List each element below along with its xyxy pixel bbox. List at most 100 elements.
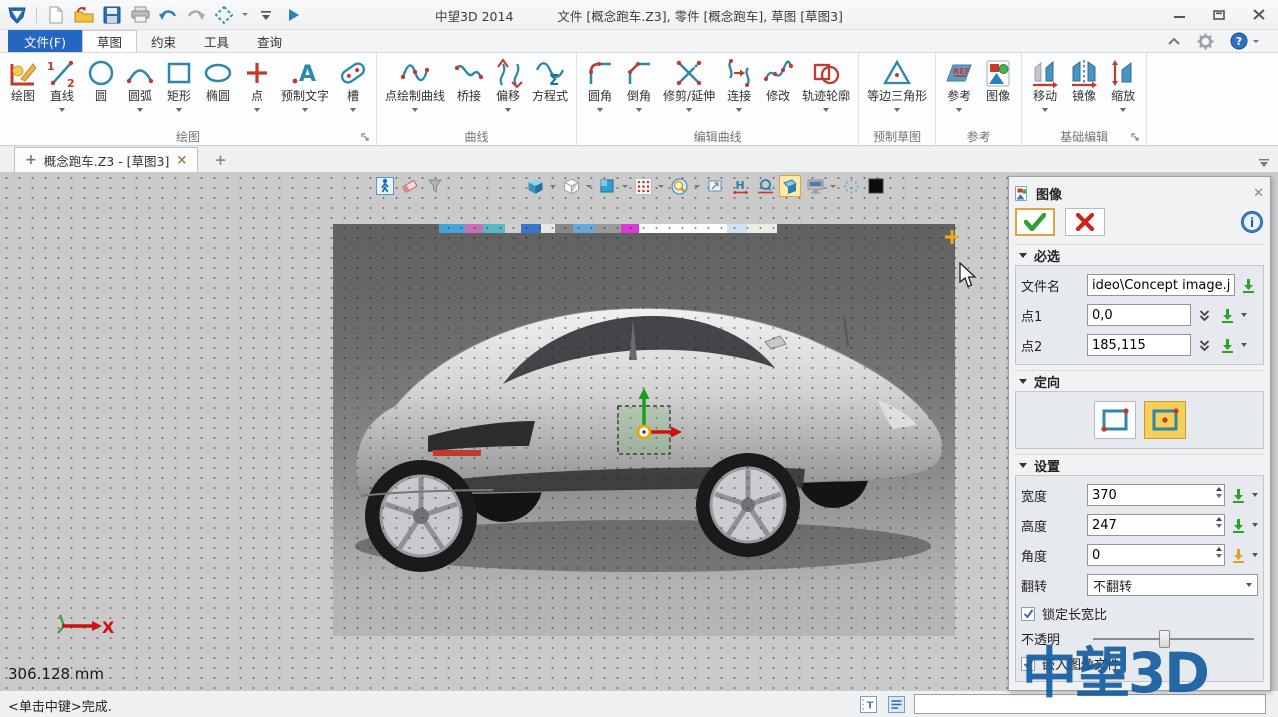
orient-corner-button[interactable] (1094, 401, 1136, 439)
background-color-icon[interactable] (865, 175, 887, 197)
point-grid-caret[interactable] (658, 185, 664, 188)
dropdown-caret-icon[interactable] (894, 108, 900, 112)
pick-point-icon[interactable] (1218, 306, 1237, 325)
new-tab-button[interactable]: + (214, 151, 227, 172)
open-file-icon[interactable] (73, 4, 95, 26)
undo-icon[interactable] (157, 4, 179, 26)
dropdown-caret-icon[interactable] (412, 108, 418, 112)
ribbon-item-mirror[interactable]: 镜像 (1065, 56, 1103, 113)
minimize-button[interactable] (1166, 4, 1192, 24)
dropdown-caret-icon[interactable] (254, 108, 260, 112)
pick-angle-icon[interactable] (1229, 546, 1248, 565)
ribbon-item-modify[interactable]: 修改 (759, 56, 797, 113)
tab-constraint[interactable]: 约束 (137, 30, 190, 52)
dialog-launcher-icon[interactable] (1131, 133, 1140, 142)
tab-list-icon[interactable] (1258, 159, 1270, 167)
ribbon-item-text[interactable]: A 预制文字 (277, 56, 333, 113)
ribbon-item-trim-extend[interactable]: 修剪/延伸 (659, 56, 719, 113)
angle-input[interactable] (1087, 544, 1225, 566)
drag-handle-manipulator[interactable] (602, 382, 692, 464)
ribbon-item-line[interactable]: 12 直线 (43, 56, 81, 113)
cancel-button[interactable] (1065, 208, 1105, 236)
dropdown-caret-icon[interactable] (137, 108, 143, 112)
ribbon-item-scale[interactable]: 缩放 (1104, 56, 1142, 113)
ribbon-item-offset[interactable]: 偏移 (489, 56, 527, 113)
dotted-circle-icon[interactable] (840, 175, 862, 197)
dim-radial-icon[interactable] (754, 175, 776, 197)
help-icon[interactable]: ? (1230, 32, 1260, 50)
zoom-circle-caret[interactable] (694, 185, 700, 188)
dim-horizontal-icon[interactable]: H (729, 175, 751, 197)
image-plane-icon[interactable] (779, 175, 801, 197)
pick-file-icon[interactable] (1239, 276, 1258, 295)
pick-point-icon[interactable] (1218, 336, 1237, 355)
text-annotation-icon[interactable]: T (858, 694, 878, 714)
dropdown-caret-icon[interactable] (636, 108, 642, 112)
width-input[interactable] (1087, 484, 1225, 506)
ribbon-item-image[interactable]: 图像 (979, 56, 1017, 113)
height-spinner[interactable] (1216, 517, 1222, 528)
expand-chevrons-icon[interactable] (1195, 336, 1214, 355)
shaded-display-icon[interactable] (524, 175, 546, 197)
collapse-ribbon-icon[interactable] (1167, 37, 1181, 46)
exit-sketch-icon[interactable] (374, 175, 396, 197)
zoom-window-icon[interactable] (704, 175, 726, 197)
monitor-caret[interactable] (830, 185, 836, 188)
ok-button[interactable] (1015, 208, 1055, 236)
plane-display-icon[interactable] (596, 175, 618, 197)
redo-icon[interactable] (185, 4, 207, 26)
ribbon-item-point[interactable]: 点 (238, 56, 276, 113)
ribbon-item-fillet[interactable]: 圆角 (581, 56, 619, 113)
filename-input[interactable] (1087, 274, 1235, 296)
ribbon-item-circle[interactable]: 圆 (82, 56, 120, 113)
info-button[interactable]: i (1240, 210, 1264, 234)
flip-select[interactable]: 不翻转 (1087, 574, 1258, 596)
settings-section-header[interactable]: 设置 (1015, 454, 1264, 475)
dialog-launcher-icon[interactable] (361, 133, 370, 142)
ribbon-item-track-profile[interactable]: 轨迹轮廓 (798, 56, 854, 113)
customize-toolbar-icon[interactable] (255, 4, 277, 26)
ribbon-item-bridge[interactable]: 桥接 (450, 56, 488, 113)
regen-icon[interactable] (213, 4, 235, 26)
tab-sketch[interactable]: 草图 (82, 30, 137, 52)
ribbon-item-slot[interactable]: 槽 (334, 56, 372, 113)
ribbon-item-arc[interactable]: 圆弧 (121, 56, 159, 113)
tab-inquire[interactable]: 查询 (243, 30, 296, 52)
angle-spinner[interactable] (1216, 547, 1222, 558)
point1-input[interactable] (1087, 304, 1191, 326)
zoom-circle-icon[interactable] (668, 175, 690, 197)
play-icon[interactable] (283, 4, 305, 26)
ribbon-item-reference[interactable]: REF 参考 (940, 56, 978, 113)
print-icon[interactable] (129, 4, 151, 26)
dropdown-caret-icon[interactable] (956, 108, 962, 112)
height-input[interactable] (1087, 514, 1225, 536)
help-dropdown-caret[interactable] (1253, 40, 1259, 43)
new-file-icon[interactable] (45, 4, 67, 26)
dropdown-caret-icon[interactable] (686, 108, 692, 112)
lock-aspect-checkbox[interactable] (1021, 607, 1035, 621)
dropdown-caret-icon[interactable] (1120, 108, 1126, 112)
eraser-icon[interactable] (399, 175, 421, 197)
filter-icon[interactable] (424, 175, 446, 197)
ribbon-item-equation[interactable]: Σ 方程式 (528, 56, 572, 113)
monitor-icon[interactable] (804, 175, 826, 197)
app-logo-icon[interactable] (6, 4, 28, 26)
regen-dropdown-caret[interactable] (242, 13, 248, 16)
dropdown-caret-icon[interactable] (597, 108, 603, 112)
save-icon[interactable] (101, 4, 123, 26)
dropdown-caret-icon[interactable] (59, 108, 65, 112)
required-section-header[interactable]: 必选 (1015, 244, 1264, 265)
wireframe-display-icon[interactable] (560, 175, 582, 197)
panel-close-icon[interactable]: ✕ (1253, 186, 1264, 201)
pick-options-caret[interactable] (1241, 343, 1247, 347)
pick-options-caret[interactable] (1252, 523, 1258, 527)
dropdown-caret-icon[interactable] (302, 108, 308, 112)
ribbon-item-connect[interactable]: 连接 (720, 56, 758, 113)
settings-gear-icon[interactable] (1197, 33, 1214, 50)
pick-options-caret[interactable] (1241, 313, 1247, 317)
pick-options-caret[interactable] (1252, 553, 1258, 557)
ribbon-item-spline[interactable]: 点绘制曲线 (381, 56, 449, 113)
dropdown-caret-icon[interactable] (176, 108, 182, 112)
ribbon-item-sketch[interactable]: 绘图 (4, 56, 42, 113)
pick-width-icon[interactable] (1229, 486, 1248, 505)
